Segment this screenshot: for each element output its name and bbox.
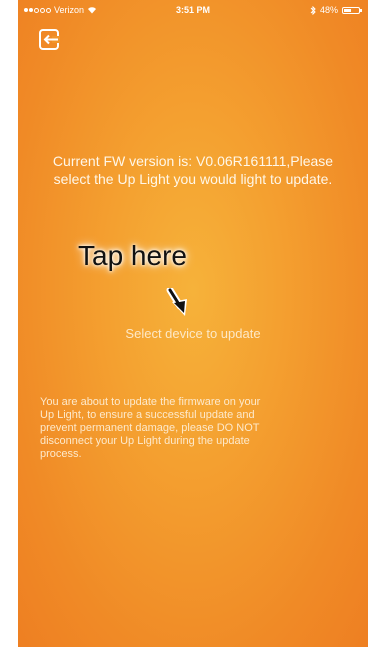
tap-here-annotation: Tap here <box>78 240 187 271</box>
status-bar: Verizon 3:51 PM 48% <box>18 0 368 20</box>
bluetooth-icon <box>310 5 316 15</box>
select-device-button[interactable]: Select device to update <box>18 326 368 341</box>
exit-button[interactable] <box>38 28 62 52</box>
exit-icon <box>39 29 60 50</box>
battery-icon <box>342 6 362 14</box>
status-right: 48% <box>310 5 362 15</box>
app-screen: Verizon 3:51 PM 48% Current FW version i… <box>18 0 368 647</box>
battery-percent: 48% <box>319 5 338 15</box>
arrow-down-right-icon <box>166 288 187 316</box>
battery-fill <box>344 8 351 12</box>
firmware-version-message: Current FW version is: V0.06R161111,Plea… <box>52 153 334 187</box>
firmware-warning-text: You are about to update the firmware on … <box>40 396 261 460</box>
